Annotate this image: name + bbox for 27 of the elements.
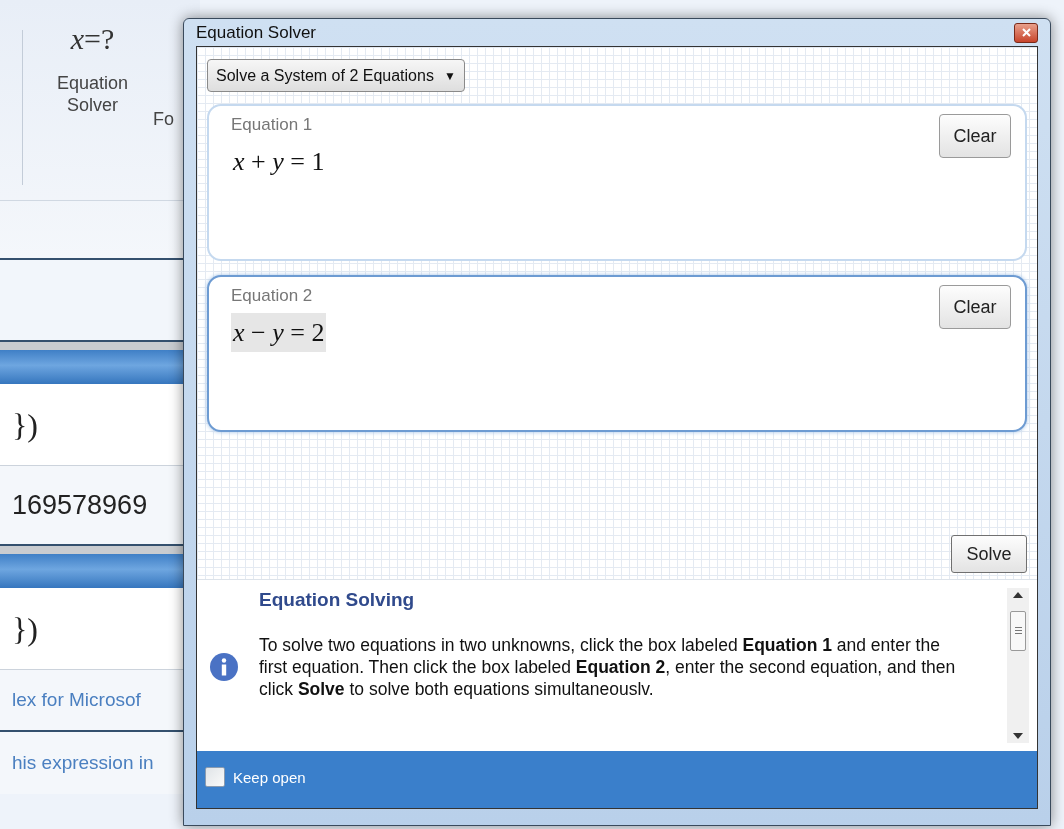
ribbon-label: Fo bbox=[153, 108, 174, 131]
formula-text: x − y = 2 bbox=[231, 312, 327, 352]
scroll-thumb[interactable] bbox=[1010, 610, 1026, 651]
scroll-up-icon[interactable] bbox=[1013, 592, 1023, 598]
scroll-down-icon[interactable] bbox=[1013, 733, 1023, 739]
window-title: Equation Solver bbox=[196, 21, 317, 44]
clear-button[interactable]: Clear bbox=[939, 114, 1011, 158]
checkbox-label: Keep open bbox=[233, 768, 306, 788]
formula-text: x + y = 1 bbox=[231, 145, 326, 178]
number-text: 169578969 bbox=[11, 488, 148, 522]
keep-open-checkbox[interactable] bbox=[205, 767, 225, 787]
close-icon bbox=[1021, 28, 1031, 37]
help-text: To solve two equations in two unknowns, click the box labeled Equation 1 and enter the first equation. Then click the box labeled Equation 2, enter the second equation, and then click Solve to solve both equations simultaneouslv. bbox=[259, 634, 957, 700]
scrollbar[interactable] bbox=[1007, 588, 1029, 743]
close-button[interactable] bbox=[1014, 22, 1038, 43]
solve-button[interactable]: Solve bbox=[951, 535, 1027, 573]
mode-dropdown[interactable]: Solve a System of 2 Equations ▼ bbox=[207, 59, 465, 92]
result-text: }) bbox=[11, 405, 38, 445]
ribbon-button[interactable]: x=? Equation Solver bbox=[40, 24, 145, 116]
equation-field[interactable]: Equation 1 x + y = 1 Clear bbox=[207, 104, 1027, 261]
field-label: Equation 2 bbox=[231, 285, 313, 307]
help-title: Equation Solving bbox=[259, 588, 416, 612]
result-text: }) bbox=[11, 609, 38, 649]
field-label: Equation 1 bbox=[231, 114, 313, 136]
clear-button[interactable]: Clear bbox=[939, 285, 1011, 329]
info-icon bbox=[209, 652, 239, 682]
equation-field[interactable]: Equation 2 x − y = 2 Clear bbox=[207, 275, 1027, 432]
